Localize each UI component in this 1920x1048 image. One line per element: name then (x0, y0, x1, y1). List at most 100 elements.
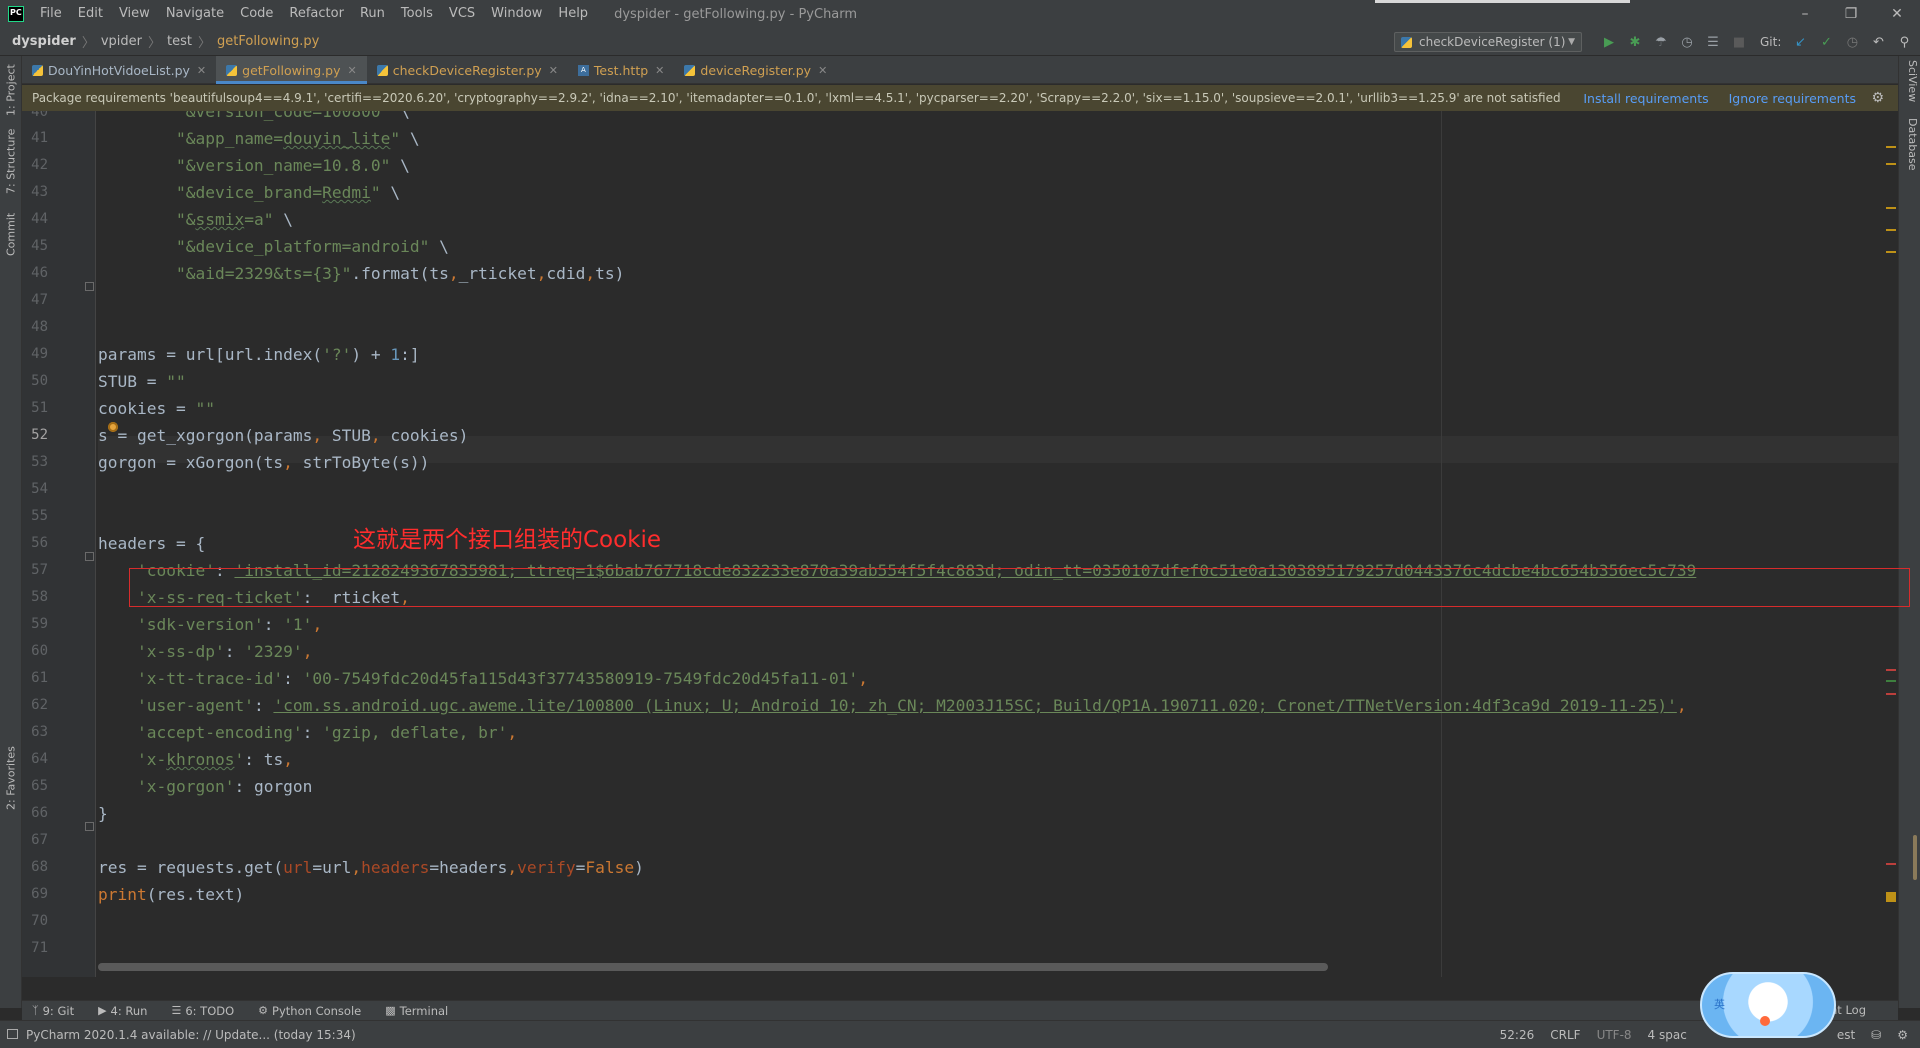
menu-run[interactable]: Run (352, 0, 393, 28)
line-separator[interactable]: CRLF (1550, 1028, 1580, 1042)
menu-navigate[interactable]: Navigate (158, 0, 232, 28)
run-icon[interactable]: ▶ (1596, 35, 1622, 50)
code-line[interactable]: "&ssmix=a" \ (98, 206, 293, 233)
tab-checkdeviceregister[interactable]: checkDeviceRegister.py ✕ (367, 56, 568, 84)
tab-deviceregister[interactable]: deviceRegister.py ✕ (674, 56, 837, 84)
menu-tools[interactable]: Tools (393, 0, 441, 28)
update-notification-icon[interactable] (7, 1029, 18, 1039)
code-line[interactable]: "&version_name=10.8.0" \ (98, 152, 410, 179)
code-line[interactable]: params = url[url.index('?') + 1:] (98, 341, 420, 368)
code-line[interactable]: 'x-gorgon': gorgon (98, 773, 312, 800)
close-tab-icon[interactable]: ✕ (655, 64, 664, 77)
project-tool-button[interactable]: 1: Project (2, 62, 20, 116)
fold-marker-icon[interactable] (85, 282, 94, 291)
menu-refactor[interactable]: Refactor (281, 0, 352, 28)
code-line[interactable]: print(res.text) (98, 881, 244, 908)
structure-tool-button[interactable]: 7: Structure (2, 122, 20, 194)
gear-icon[interactable]: ⚙ (1871, 90, 1884, 106)
code-line[interactable]: cookies = "" (98, 395, 215, 422)
error-marker[interactable] (1886, 693, 1896, 695)
code-line[interactable]: } (98, 800, 108, 827)
code-line[interactable]: 'accept-encoding': 'gzip, deflate, br', (98, 719, 517, 746)
ime-floating-widget[interactable]: 英 (1700, 972, 1836, 1038)
warning-marker[interactable] (1886, 146, 1896, 148)
git-history-icon[interactable]: ◷ (1839, 35, 1865, 50)
code-line[interactable]: 'x-khronos': ts, (98, 746, 293, 773)
code-line[interactable]: 'sdk-version': '1', (98, 611, 322, 638)
install-requirements-link[interactable]: Install requirements (1583, 91, 1708, 106)
python-console-tool-button[interactable]: ⚙ Python Console (258, 1004, 361, 1018)
error-marker[interactable] (1886, 863, 1896, 865)
fold-marker-icon[interactable] (85, 552, 94, 561)
indent-setting[interactable]: 4 spac (1648, 1028, 1687, 1042)
git-tool-button[interactable]: ᛉ 9: Git (32, 1004, 74, 1018)
git-commit-icon[interactable]: ✓ (1813, 35, 1839, 50)
breadcrumb-project[interactable]: dyspider (12, 34, 76, 49)
debug-icon[interactable]: ✱ (1622, 35, 1648, 50)
close-icon[interactable]: ✕ (1874, 0, 1920, 28)
close-tab-icon[interactable]: ✕ (348, 64, 357, 77)
restore-icon[interactable]: ❐ (1828, 0, 1874, 28)
code-line[interactable]: gorgon = xGorgon(ts, strToByte(s)) (98, 449, 429, 476)
minimize-icon[interactable]: – (1782, 0, 1828, 28)
menu-code[interactable]: Code (232, 0, 281, 28)
code-line[interactable]: 'x-tt-trace-id': '00-7549fdc20d45fa115d4… (98, 665, 868, 692)
code-line[interactable]: 'x-ss-dp': '2329', (98, 638, 312, 665)
warning-marker[interactable] (1886, 207, 1896, 209)
error-marker[interactable] (1886, 669, 1896, 671)
search-icon[interactable]: ⚲ (1891, 35, 1917, 50)
lock-icon[interactable]: ⛁ (1871, 1028, 1881, 1042)
terminal-tool-button[interactable]: ▩ Terminal (385, 1004, 448, 1018)
git-update-icon[interactable]: ↙ (1787, 35, 1813, 50)
coverage-icon[interactable]: ☂ (1648, 35, 1674, 50)
favorites-tool-button[interactable]: 2: Favorites (2, 736, 20, 810)
horizontal-scrollbar[interactable] (98, 963, 1328, 971)
inspector-icon[interactable]: ⚙ (1897, 1028, 1908, 1042)
run-tool-button[interactable]: ▶ 4: Run (98, 1004, 147, 1018)
warning-marker[interactable] (1886, 251, 1896, 253)
tab-douyinhotvidoelist[interactable]: DouYinHotVidoeList.py ✕ (22, 56, 216, 84)
warning-marker[interactable] (1886, 163, 1896, 165)
code-line[interactable]: "&version_code=100800" \ (98, 111, 410, 125)
menu-view[interactable]: View (111, 0, 158, 28)
menu-edit[interactable]: Edit (70, 0, 111, 28)
close-tab-icon[interactable]: ✕ (818, 64, 827, 77)
commit-tool-button[interactable]: Commit (2, 206, 20, 256)
git-rollback-icon[interactable]: ↶ (1865, 35, 1891, 50)
database-tool-button[interactable]: Database (1901, 118, 1919, 171)
close-tab-icon[interactable]: ✕ (197, 64, 206, 77)
vertical-scrollbar[interactable] (1913, 835, 1917, 880)
git-branch[interactable]: est (1837, 1028, 1855, 1042)
concurrency-icon[interactable]: ☰ (1700, 35, 1726, 50)
code-line[interactable]: "&device_platform=android" \ (98, 233, 449, 260)
code-line[interactable]: res = requests.get(url=url,headers=heade… (98, 854, 644, 881)
warning-marker[interactable] (1886, 892, 1896, 902)
profile-icon[interactable]: ◷ (1674, 35, 1700, 50)
sciview-tool-button[interactable]: SciView (1901, 60, 1919, 102)
code-line[interactable]: 'user-agent': 'com.ss.android.ugc.aweme.… (98, 692, 1687, 719)
warning-marker[interactable] (1886, 229, 1896, 231)
fold-marker-icon[interactable] (85, 822, 94, 831)
code-line[interactable]: "&app_name=douyin_lite" \ (98, 125, 420, 152)
file-encoding[interactable]: UTF-8 (1597, 1028, 1632, 1042)
run-configuration-dropdown[interactable]: checkDeviceRegister (1) ▼ (1394, 32, 1582, 52)
code-line[interactable]: STUB = "" (98, 368, 186, 395)
breadcrumb-file[interactable]: getFollowing.py (217, 34, 319, 49)
close-tab-icon[interactable]: ✕ (549, 64, 558, 77)
code-line[interactable]: "&aid=2329&ts={3}".format(ts,_rticket,cd… (98, 260, 624, 287)
breadcrumb-folder-vpider[interactable]: vpider (101, 34, 142, 49)
menu-vcs[interactable]: VCS (441, 0, 483, 28)
code-line[interactable]: "&device_brand=Redmi" \ (98, 179, 400, 206)
menu-help[interactable]: Help (550, 0, 596, 28)
code-line[interactable]: headers = { (98, 530, 205, 557)
caret-position[interactable]: 52:26 (1500, 1028, 1535, 1042)
menu-file[interactable]: File (32, 0, 70, 28)
code-line[interactable]: s = get_xgorgon(params, STUB, cookies) (98, 422, 468, 449)
tab-getfollowing[interactable]: getFollowing.py ✕ (216, 56, 367, 84)
status-message[interactable]: PyCharm 2020.1.4 available: // Update...… (26, 1028, 356, 1042)
todo-tool-button[interactable]: ☰ 6: TODO (171, 1004, 234, 1018)
ignore-requirements-link[interactable]: Ignore requirements (1729, 91, 1856, 106)
tab-test-http[interactable]: A Test.http ✕ (568, 56, 674, 84)
code-editor[interactable]: 40 41 42 43 44 45 46 47 48 49 50 51 52 5… (22, 111, 1898, 977)
change-marker[interactable] (1886, 680, 1896, 682)
